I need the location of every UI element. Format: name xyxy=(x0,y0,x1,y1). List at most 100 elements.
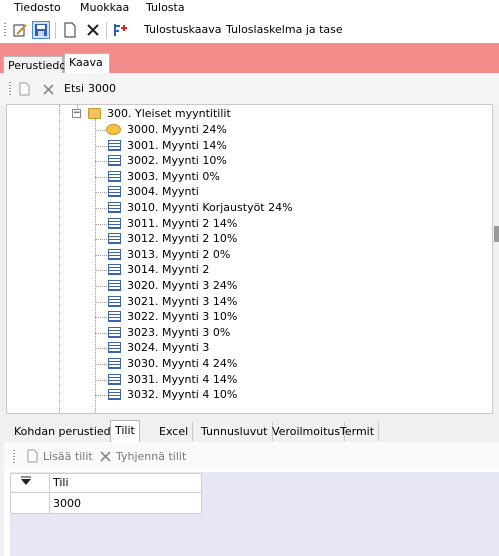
account-icon xyxy=(108,295,121,307)
menu-tiedosto[interactable]: Tiedosto xyxy=(14,1,61,14)
toolbar-grip[interactable] xyxy=(13,450,15,464)
main-toolbar: Tulostuskaava Tuloslaskelma ja tase xyxy=(0,18,499,44)
bottom-tabs: Kohdan perustiedot Tilit Excel Tunnusluv… xyxy=(0,420,499,442)
tree-item[interactable]: 3003. Myynti 0% xyxy=(7,169,487,185)
tree-item[interactable]: 3020. Myynti 3 24% xyxy=(7,278,487,294)
add-accounts-button[interactable]: Lisää tilit xyxy=(43,450,93,463)
tree-item[interactable]: 3030. Myynti 4 24% xyxy=(7,356,487,372)
grid-cell-tili[interactable]: 3000 xyxy=(49,492,202,514)
tree-item-label: 3020. Myynti 3 24% xyxy=(127,279,238,292)
scrollbar-thumb[interactable] xyxy=(494,226,499,242)
tree-item[interactable]: 3022. Myynti 3 10% xyxy=(7,309,487,325)
tree-item-label: 3021. Myynti 3 14% xyxy=(127,294,238,308)
account-icon xyxy=(108,186,121,198)
tree-item[interactable]: 3002. Myynti 10% xyxy=(7,153,487,169)
tree-item[interactable]: 3013. Myynti 2 0% xyxy=(7,247,487,263)
account-icon xyxy=(108,264,121,276)
tree-folder-label: 300. Yleiset myyntitilit xyxy=(107,107,231,120)
tuloslaskelma-button[interactable]: Tuloslaskelma ja tase xyxy=(226,23,343,36)
tree-item-label: 3030. Myynti 4 24% xyxy=(127,357,238,370)
tree-item-label: 3031. Myynti 4 14% xyxy=(127,372,238,386)
tree-item[interactable]: 3021. Myynti 3 14% xyxy=(7,294,487,310)
new-document-icon[interactable] xyxy=(61,21,79,39)
account-icon xyxy=(108,170,121,182)
tree-item[interactable]: 3012. Myynti 2 10% xyxy=(7,231,487,247)
tree-item-label: 3000. Myynti 24% xyxy=(127,123,227,136)
toolbar-grip[interactable] xyxy=(9,82,11,96)
account-icon xyxy=(108,217,121,229)
account-icon xyxy=(108,202,121,213)
filter-icon xyxy=(21,476,31,485)
tree-item[interactable]: 3032. Myynti 4 10% xyxy=(7,387,487,403)
tree-toolbar: Etsi xyxy=(0,73,499,104)
search-label: Etsi xyxy=(64,82,85,95)
account-icon xyxy=(108,358,121,369)
tab-termit[interactable]: Termit xyxy=(336,422,380,441)
account-icon xyxy=(108,389,121,401)
account-icon xyxy=(108,248,121,260)
tree-item-label: 3014. Myynti 2 xyxy=(127,263,210,277)
account-icon xyxy=(108,342,121,354)
menu-muokkaa[interactable]: Muokkaa xyxy=(80,1,129,14)
account-icon xyxy=(108,373,121,385)
column-header-tili[interactable]: Tili xyxy=(49,473,202,493)
tree-item-label: 3032. Myynti 4 10% xyxy=(127,388,238,402)
account-icon xyxy=(108,139,121,151)
account-icon xyxy=(108,233,121,245)
search-input[interactable] xyxy=(88,81,148,96)
save-icon[interactable] xyxy=(32,21,50,39)
delete-icon[interactable] xyxy=(39,80,57,98)
tree-item[interactable]: 3014. Myynti 2 xyxy=(7,262,487,278)
add-accounts-icon[interactable] xyxy=(24,447,42,465)
clear-accounts-button[interactable]: Tyhjennä tilit xyxy=(116,450,186,463)
tab-kaava[interactable]: Kaava xyxy=(64,53,110,74)
tree-item-label: 3012. Myynti 2 10% xyxy=(127,232,238,246)
tree-item[interactable]: 3031. Myynti 4 14% xyxy=(7,372,487,388)
selected-item-icon xyxy=(106,124,121,135)
toolbar-grip[interactable] xyxy=(4,23,6,38)
row-header[interactable] xyxy=(10,492,50,514)
menu-bar: Tiedosto Muokkaa Tulosta xyxy=(0,0,499,18)
tree-item-label: 3010. Myynti Korjaustyöt 24% xyxy=(127,201,293,214)
tree-item-label: 3023. Myynti 3 0% xyxy=(127,325,231,339)
tree-item[interactable]: 3004. Myynti xyxy=(7,184,487,200)
collapse-icon[interactable]: − xyxy=(72,109,81,118)
tulostuskaava-button[interactable]: Tulostuskaava xyxy=(144,23,221,36)
tree-item-label: 3011. Myynti 2 14% xyxy=(127,216,238,230)
tree-item[interactable]: 3000. Myynti 24% xyxy=(7,122,487,138)
tree-item-label: 3024. Myynti 3 xyxy=(127,341,210,355)
add-formula-icon[interactable] xyxy=(112,21,130,39)
row-header-corner[interactable] xyxy=(10,473,50,493)
tree-item[interactable]: 3024. Myynti 3 xyxy=(7,340,487,356)
tree-item-label: 3013. Myynti 2 0% xyxy=(127,247,231,261)
account-icon xyxy=(108,280,121,291)
new-document-icon[interactable] xyxy=(16,80,34,98)
tab-tunnusluvut[interactable]: Tunnusluvut xyxy=(197,422,273,441)
menu-tulosta[interactable]: Tulosta xyxy=(146,1,185,14)
folder-icon xyxy=(88,108,101,119)
account-icon xyxy=(108,311,121,323)
edit-icon[interactable] xyxy=(11,21,29,39)
tree-item-label: 3001. Myynti 14% xyxy=(127,138,227,152)
delete-icon[interactable] xyxy=(84,21,102,39)
tab-veroilmoitus[interactable]: Veroilmoitus xyxy=(268,422,346,441)
tree-item[interactable]: 3023. Myynti 3 0% xyxy=(7,325,487,341)
tab-tilit[interactable]: Tilit xyxy=(110,420,140,442)
tree-item-label: 3004. Myynti xyxy=(127,185,199,199)
tab-excel[interactable]: Excel xyxy=(155,422,194,441)
tree-item[interactable]: 3001. Myynti 14% xyxy=(7,138,487,154)
clear-icon[interactable] xyxy=(96,447,114,465)
header-banner: Perustiedot Kaava xyxy=(0,43,499,74)
tab-perustiedot[interactable]: Perustiedot xyxy=(3,56,70,74)
accounts-grid: Tili 3000 xyxy=(10,472,499,556)
tree-item-label: 3002. Myynti 10% xyxy=(127,154,227,168)
tree-item[interactable]: 3010. Myynti Korjaustyöt 24% xyxy=(7,200,487,216)
account-icon xyxy=(108,326,121,338)
tree-item-label: 3003. Myynti 0% xyxy=(127,169,220,183)
tilit-toolbar: Lisää tilit Tyhjennä tilit xyxy=(4,442,499,470)
account-tree[interactable]: − 300. Yleiset myyntitilit 3000. Myynti … xyxy=(6,104,493,414)
account-icon xyxy=(108,155,121,167)
tree-item-label: 3022. Myynti 3 10% xyxy=(127,310,238,324)
tree-item[interactable]: 3011. Myynti 2 14% xyxy=(7,216,487,232)
tree-folder-row[interactable]: − 300. Yleiset myyntitilit xyxy=(7,106,487,122)
